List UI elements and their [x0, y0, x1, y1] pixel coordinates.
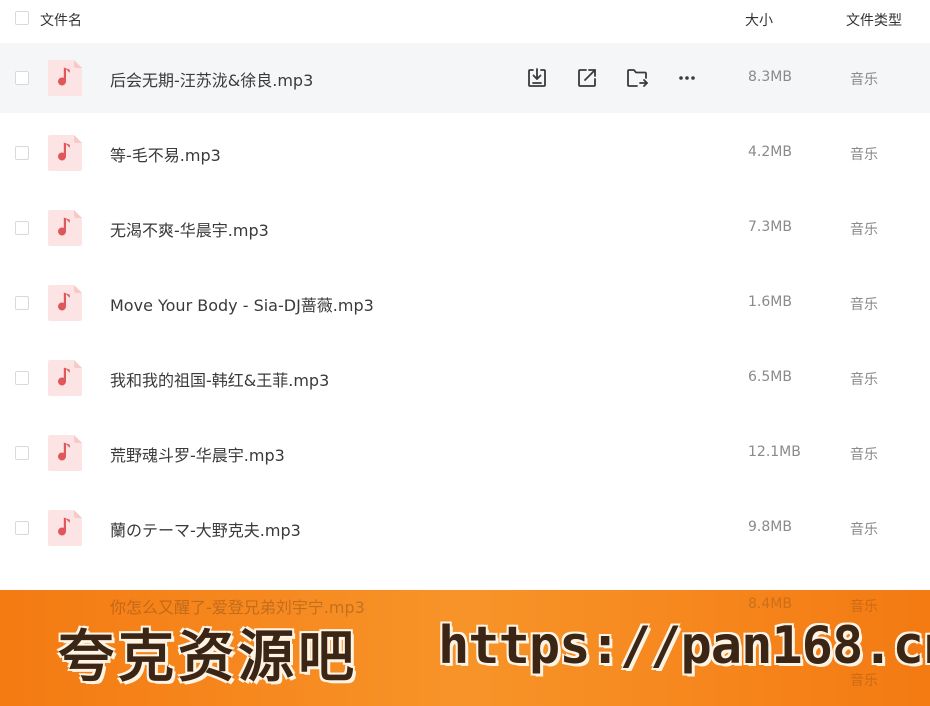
watermark-banner: 你怎么又醒了-爱登兄弟刘宇宁.mp3 8.4MB 音乐 音乐 夸克资源吧 htt… — [0, 590, 930, 706]
music-file-icon — [46, 508, 84, 548]
file-name[interactable]: 我和我的祖国-韩红&王菲.mp3 — [110, 367, 329, 391]
row-checkbox[interactable] — [15, 371, 29, 385]
file-size: 7.3MB — [748, 219, 792, 235]
more-icon[interactable] — [675, 66, 699, 90]
file-row[interactable]: 无渴不爽-华晨宇.mp3 7.3MB 音乐 — [0, 193, 930, 263]
file-size: 12.1MB — [748, 444, 801, 460]
file-type: 音乐 — [850, 72, 878, 88]
music-file-icon — [46, 208, 84, 248]
music-file-icon — [46, 433, 84, 473]
file-size: 1.6MB — [748, 294, 792, 310]
column-header-name[interactable]: 文件名 — [40, 10, 82, 30]
obscured-file-type: 音乐 — [850, 599, 878, 615]
file-name[interactable]: Move Your Body - Sia-DJ蔷薇.mp3 — [110, 292, 374, 316]
file-size: 4.2MB — [748, 144, 792, 160]
file-size: 8.3MB — [748, 69, 792, 85]
file-name[interactable]: 等-毛不易.mp3 — [110, 142, 221, 166]
column-header-size[interactable]: 大小 — [745, 10, 773, 30]
file-name[interactable]: 蘭のテーマ-大野克夫.mp3 — [110, 517, 301, 541]
music-file-icon — [46, 58, 84, 98]
move-icon[interactable] — [625, 66, 649, 90]
row-checkbox[interactable] — [15, 146, 29, 160]
share-icon[interactable] — [575, 66, 599, 90]
file-type: 音乐 — [850, 447, 878, 463]
music-file-icon — [46, 283, 84, 323]
file-size: 9.8MB — [748, 519, 792, 535]
file-row[interactable]: Move Your Body - Sia-DJ蔷薇.mp3 1.6MB 音乐 — [0, 268, 930, 338]
file-row[interactable]: 等-毛不易.mp3 4.2MB 音乐 — [0, 118, 930, 188]
file-row[interactable]: 后会无期-汪苏泷&徐良.mp3 8.3MB 音乐 — [0, 43, 930, 113]
row-checkbox[interactable] — [15, 221, 29, 235]
banner-url-text: https://pan168.cn — [438, 616, 930, 676]
column-header-type[interactable]: 文件类型 — [846, 10, 902, 30]
music-file-icon — [46, 358, 84, 398]
file-name[interactable]: 荒野魂斗罗-华晨宇.mp3 — [110, 442, 285, 466]
file-name[interactable]: 后会无期-汪苏泷&徐良.mp3 — [110, 67, 313, 91]
row-checkbox[interactable] — [15, 296, 29, 310]
file-size: 6.5MB — [748, 369, 792, 385]
select-all-checkbox[interactable] — [15, 11, 29, 25]
file-name[interactable]: 无渴不爽-华晨宇.mp3 — [110, 217, 269, 241]
obscured-file-size: 8.4MB — [748, 596, 792, 612]
file-type: 音乐 — [850, 147, 878, 163]
file-type: 音乐 — [850, 372, 878, 388]
download-icon[interactable] — [525, 66, 549, 90]
file-row[interactable]: 我和我的祖国-韩红&王菲.mp3 6.5MB 音乐 — [0, 343, 930, 413]
file-list-page: 文件名 大小 文件类型 后会无期-汪苏泷&徐良.mp3 8.3MB 音乐 等-毛不易.… — [0, 0, 930, 706]
row-checkbox[interactable] — [15, 446, 29, 460]
file-type: 音乐 — [850, 297, 878, 313]
file-type: 音乐 — [850, 522, 878, 538]
row-checkbox[interactable] — [15, 71, 29, 85]
file-row[interactable]: 蘭のテーマ-大野克夫.mp3 9.8MB 音乐 — [0, 493, 930, 563]
file-type: 音乐 — [850, 222, 878, 238]
banner-brand-text: 夸克资源吧 — [58, 624, 358, 690]
row-checkbox[interactable] — [15, 521, 29, 535]
list-header: 文件名 大小 文件类型 — [0, 0, 930, 38]
file-row[interactable]: 荒野魂斗罗-华晨宇.mp3 12.1MB 音乐 — [0, 418, 930, 488]
music-file-icon — [46, 133, 84, 173]
